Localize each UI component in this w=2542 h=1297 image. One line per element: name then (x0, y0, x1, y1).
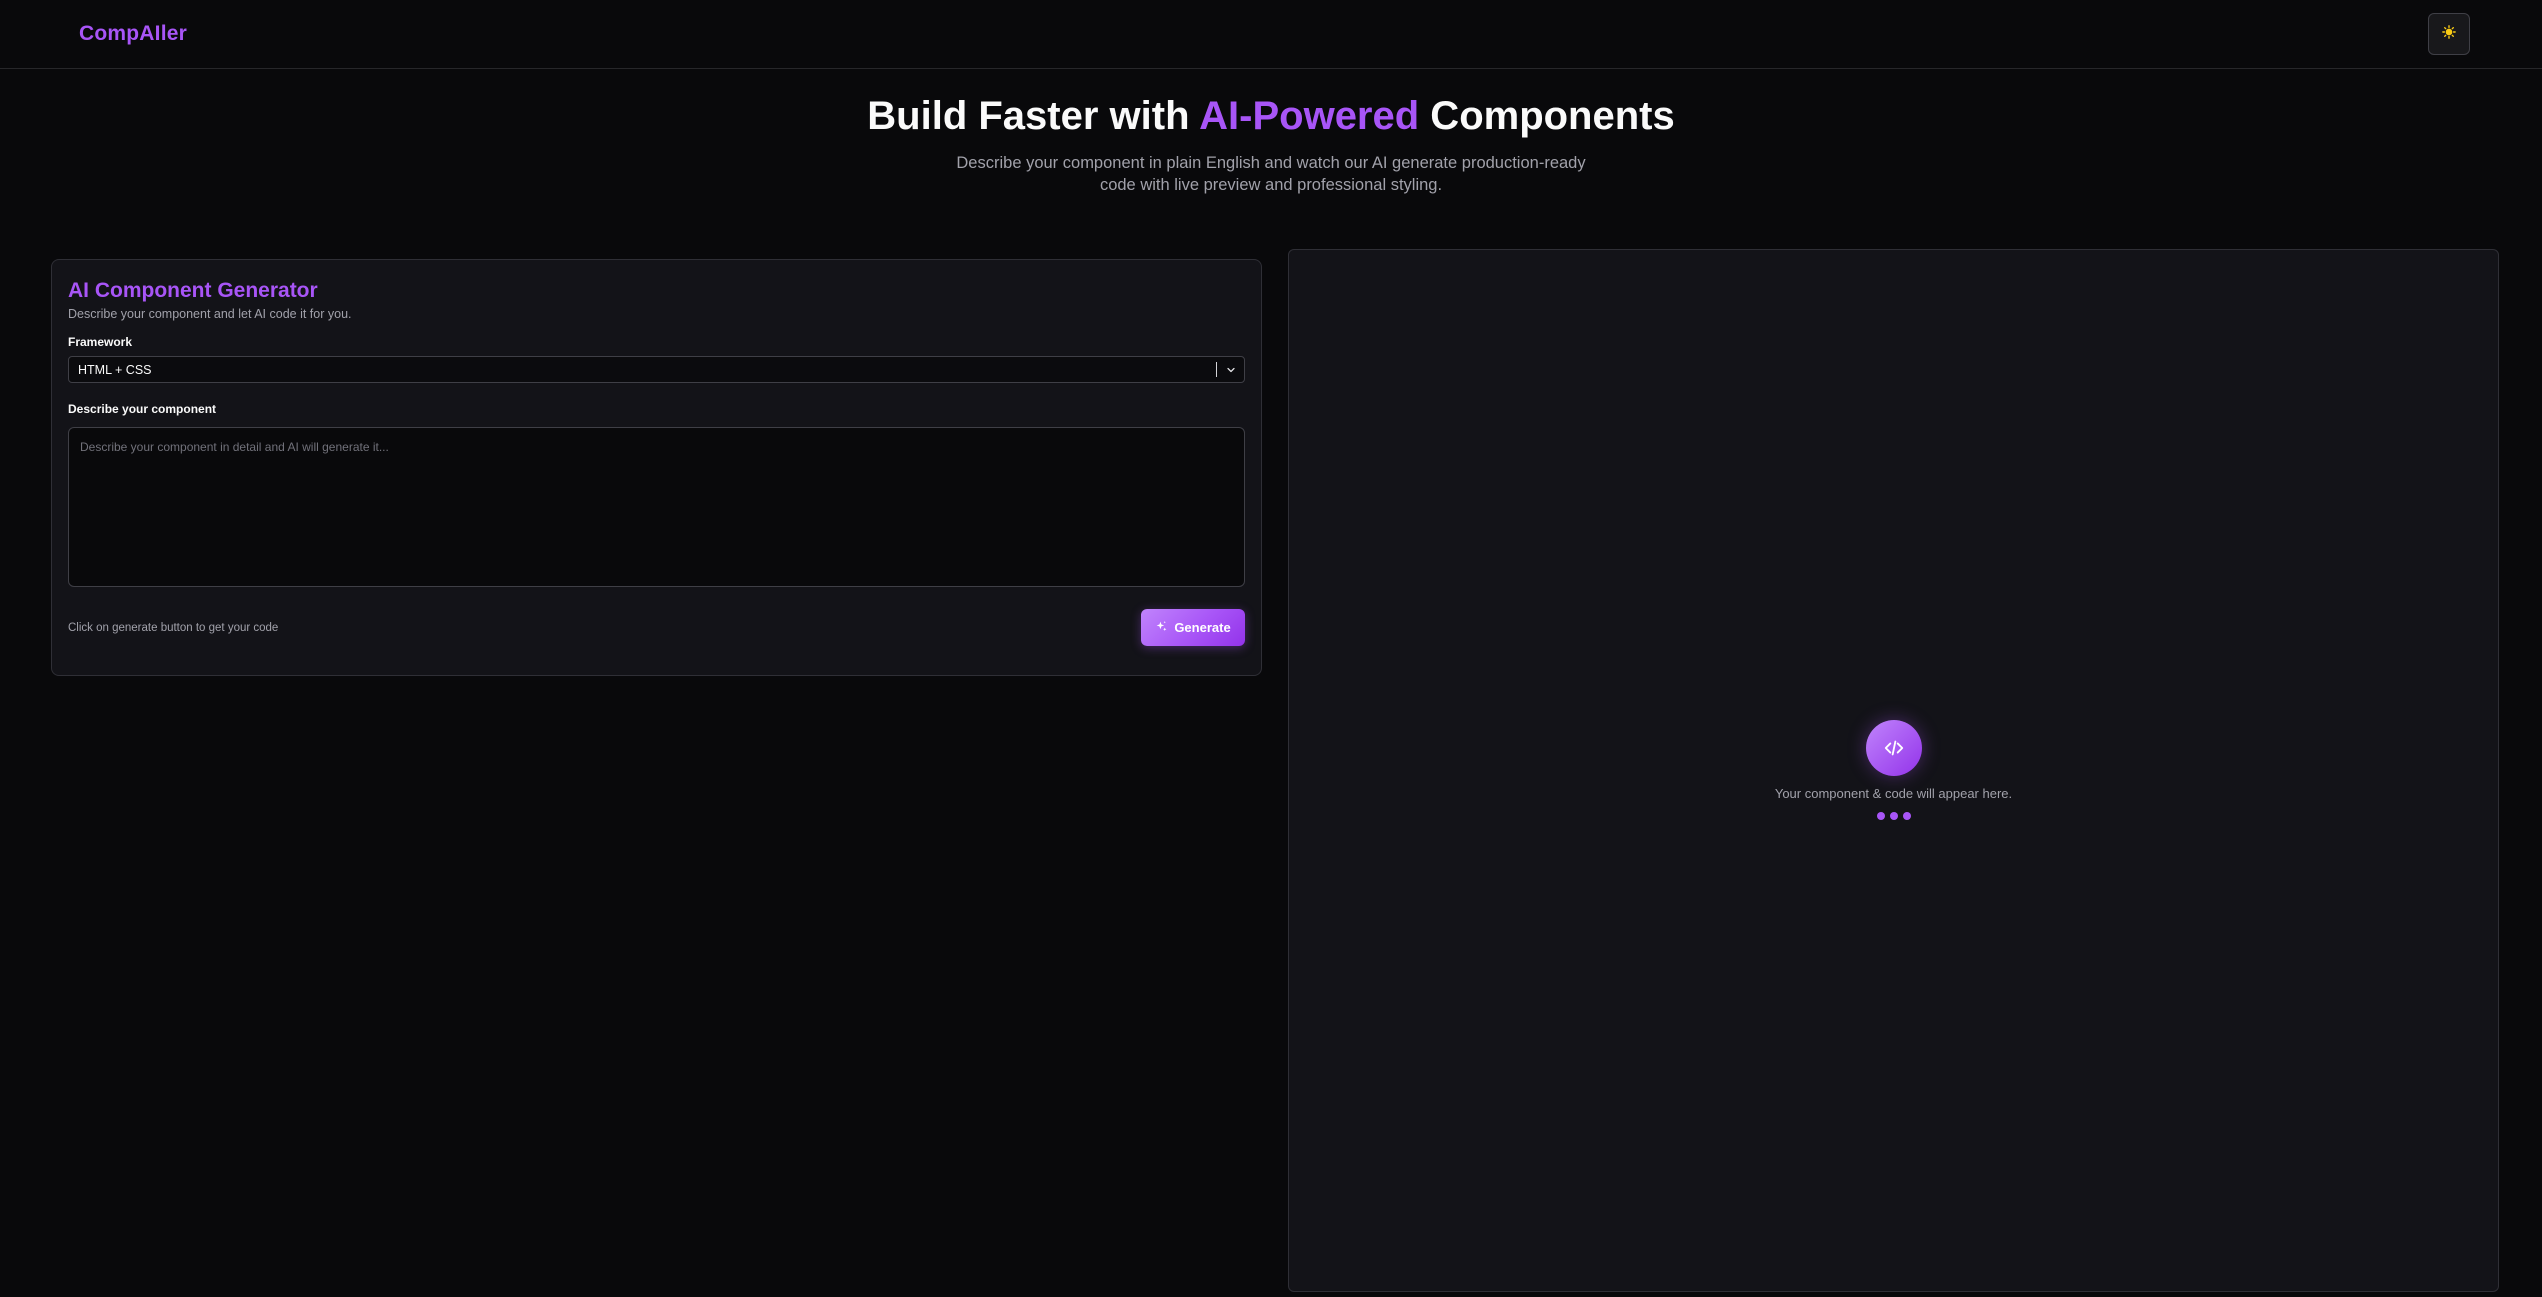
sparkles-icon (1155, 620, 1168, 636)
brand-logo[interactable]: CompAIler (79, 22, 187, 46)
generator-card: AI Component Generator Describe your com… (51, 259, 1262, 676)
generator-title: AI Component Generator (68, 279, 318, 302)
description-label: Describe your component (68, 402, 217, 416)
loading-dot (1902, 812, 1911, 820)
sun-icon (2442, 24, 2456, 44)
preview-panel: Your component & code will appear here. (1288, 249, 2499, 1292)
framework-label: Framework (68, 335, 133, 349)
loading-dot (1876, 812, 1885, 820)
preview-placeholder: Your component & code will appear here. (1289, 720, 2498, 820)
generator-footer: Click on generate button to get your cod… (68, 609, 1245, 646)
generate-hint: Click on generate button to get your cod… (68, 621, 279, 634)
framework-selected-value: HTML + CSS (78, 362, 152, 377)
hero-title: Build Faster with AI-Powered Components (0, 90, 2542, 142)
description-textarea[interactable] (68, 427, 1245, 587)
preview-placeholder-text: Your component & code will appear here. (1774, 786, 2013, 801)
hero-subtitle: Describe your component in plain English… (956, 154, 1586, 194)
top-navbar: CompAIler (0, 0, 2542, 69)
hero-title-suffix: Components (1419, 94, 1675, 138)
hero-section: Build Faster with AI-Powered Components … (0, 90, 2542, 196)
theme-toggle-button[interactable] (2428, 13, 2470, 55)
hero-title-prefix: Build Faster with (867, 94, 1200, 138)
framework-select[interactable]: HTML + CSS (68, 356, 1245, 383)
generate-button-label: Generate (1174, 620, 1231, 635)
generate-button[interactable]: Generate (1141, 609, 1245, 646)
chevron-down-icon (1216, 362, 1244, 377)
generator-subtitle: Describe your component and let AI code … (68, 307, 352, 321)
code-icon (1865, 720, 1922, 776)
loading-dot (1889, 812, 1898, 820)
loading-dots (1289, 812, 2498, 820)
hero-title-accent: AI-Powered (1199, 94, 1420, 138)
